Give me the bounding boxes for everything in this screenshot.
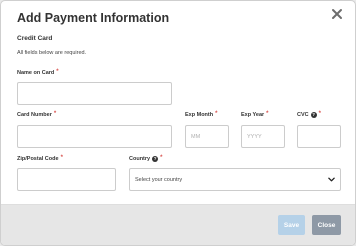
exp-month-label: Exp Month * (185, 111, 218, 118)
required-marker: * (215, 111, 218, 117)
exp-year-label-text: Exp Year (241, 112, 265, 118)
required-marker: * (160, 155, 163, 161)
question-circle-icon[interactable]: ? (152, 156, 159, 162)
required-marker: * (56, 69, 59, 75)
close-icon[interactable] (330, 7, 344, 21)
cvc-input[interactable] (297, 125, 341, 148)
chevron-down-icon (328, 177, 335, 182)
country-select-value: Select your country (135, 176, 183, 183)
modal-footer: Save Close (1, 204, 355, 245)
close-button[interactable]: Close (312, 215, 341, 235)
exp-year-input[interactable] (241, 125, 285, 148)
exp-month-label-text: Exp Month (185, 112, 214, 118)
zip-input[interactable] (17, 168, 116, 191)
question-circle-icon[interactable]: ? (310, 112, 317, 118)
name-on-card-input[interactable] (17, 82, 172, 105)
exp-year-label: Exp Year * (241, 111, 269, 118)
country-select[interactable]: Select your country (129, 168, 341, 191)
required-note: All fields below are required. (17, 50, 87, 56)
required-marker: * (60, 155, 63, 161)
card-number-label-text: Card Number (17, 112, 52, 118)
required-marker: * (266, 111, 269, 117)
save-button[interactable]: Save (278, 215, 305, 235)
payment-modal: Add Payment Information Credit Card All … (0, 0, 356, 246)
exp-month-input[interactable] (185, 125, 229, 148)
name-on-card-label: Name on Card * (17, 69, 59, 76)
zip-label: Zip/Postal Code * (17, 155, 63, 162)
card-number-input[interactable] (17, 125, 172, 148)
cvc-label-text: CVC (297, 112, 309, 118)
required-marker: * (53, 111, 57, 117)
section-title: Credit Card (17, 35, 53, 42)
country-label: Country ? * (129, 155, 163, 162)
required-marker: * (318, 111, 321, 117)
modal-title: Add Payment Information (17, 11, 170, 25)
zip-label-text: Zip/Postal Code (17, 156, 59, 162)
name-on-card-label-text: Name on Card (17, 70, 55, 76)
country-label-text: Country (129, 156, 151, 162)
cvc-label: CVC ? * (297, 111, 321, 118)
card-number-label: Card Number * (17, 111, 57, 118)
